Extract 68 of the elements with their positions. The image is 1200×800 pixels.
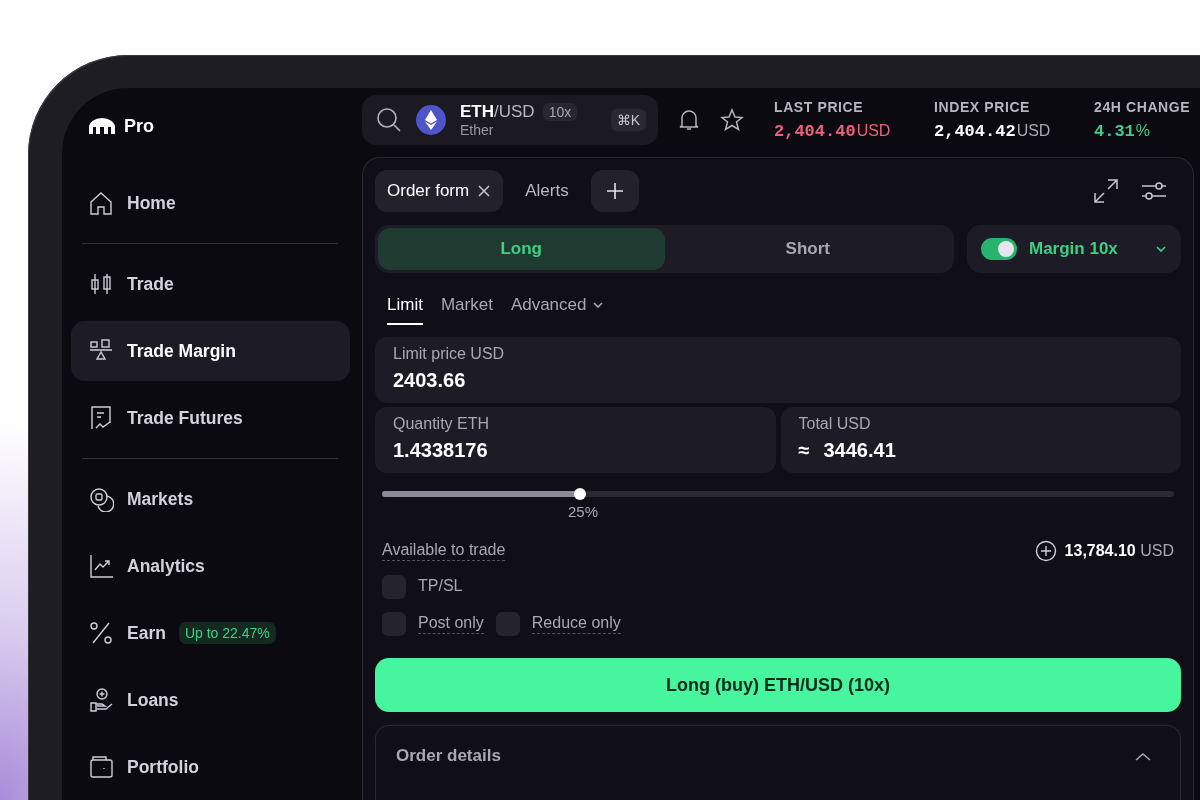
sidebar-item[interactable]: Markets [71,469,350,529]
ticker-label: 24H CHANGE [1094,99,1192,115]
option-label: Post only [418,614,484,634]
sidebar-item[interactable]: Portfolio [71,737,350,797]
hand-coin-icon [88,687,114,713]
checkbox[interactable] [382,575,406,599]
margin-toggle[interactable] [981,238,1017,260]
margin-selector[interactable]: Margin 10x [967,225,1181,273]
sidebar-item[interactable]: Trade Futures [71,388,350,448]
amount-slider[interactable] [382,488,1174,500]
checkbox[interactable] [495,612,520,636]
percent-icon [88,620,114,646]
market-search-field[interactable]: ETH/USD 10x Ether ⌘K [362,95,658,145]
slider-reading: 25% [568,503,599,520]
sidebar-item[interactable]: Trade [71,254,350,314]
quantity-field[interactable]: Quantity ETH 1.4338176 [375,407,776,473]
sidebar-item[interactable]: Loans [71,670,350,730]
sidebar-item[interactable]: Trade Margin [71,321,350,381]
ticker-label: INDEX PRICE [934,99,1032,115]
ticker-value: 2,404.42USD [934,121,1052,141]
home-icon [88,190,114,216]
side-tab[interactable]: Long [378,228,665,270]
candlestick-icon [88,271,114,297]
coin-name: Ether [460,122,495,138]
close-icon[interactable] [477,184,492,198]
order-type-tab[interactable]: Limit [387,295,423,325]
option-label: TP/SL [418,577,463,596]
promo-badge: Up to 22.47% [178,622,276,644]
add-funds-icon[interactable] [1034,540,1057,562]
coins-icon [88,486,114,512]
wallet-icon [88,754,114,780]
chevron-up-icon[interactable] [1134,752,1152,762]
chevron-down-icon [591,301,604,309]
available-label: Available to trade [382,541,506,561]
search-icon [376,107,402,133]
checkbox[interactable] [382,612,406,636]
document-chart-icon [88,405,114,431]
order-type-tab[interactable]: Market [440,295,493,325]
bell-icon[interactable] [677,108,701,132]
sidebar-item[interactable]: Analytics [71,536,350,596]
star-icon[interactable] [720,108,744,132]
available-amount: 13,784.10 USD [1064,542,1174,560]
total-field[interactable]: Total USD ≈ 3446.41 [780,407,1181,473]
chevron-down-icon [1155,245,1167,253]
plus-icon [605,182,624,200]
slider-thumb[interactable] [574,488,586,500]
ticker-label: LAST PRICE [774,99,865,115]
leverage-badge: 10x [542,103,578,121]
line-chart-icon [88,553,114,579]
pair-symbol: ETH/USD [460,102,535,122]
logo-text: Pro [124,115,154,137]
ticker-value: 2,404.40USD [774,121,892,141]
shortcut-key: ⌘K [610,109,646,131]
order-type-tab[interactable]: Advanced [510,295,604,325]
limit-price-field[interactable]: Limit price USD 2403.66 [375,337,1181,403]
ether-coin-icon [416,105,446,135]
sidebar-item[interactable]: Earn Up to 22.47% [71,603,350,663]
panel-tab[interactable]: Alerts [513,170,581,212]
submit-order-button[interactable]: Long (buy) ETH/USD (10x) [375,658,1181,712]
add-tab-button[interactable] [590,170,639,212]
panel-tab[interactable]: Order form [375,170,504,212]
option-label: Reduce only [531,614,621,634]
logo-icon [88,117,116,135]
sidebar-item[interactable]: Home [71,173,350,233]
section-title: Order details [396,746,501,766]
expand-icon[interactable] [1093,178,1119,204]
side-tab[interactable]: Short [664,228,951,270]
ticker-value: 4.31% [1094,121,1152,141]
